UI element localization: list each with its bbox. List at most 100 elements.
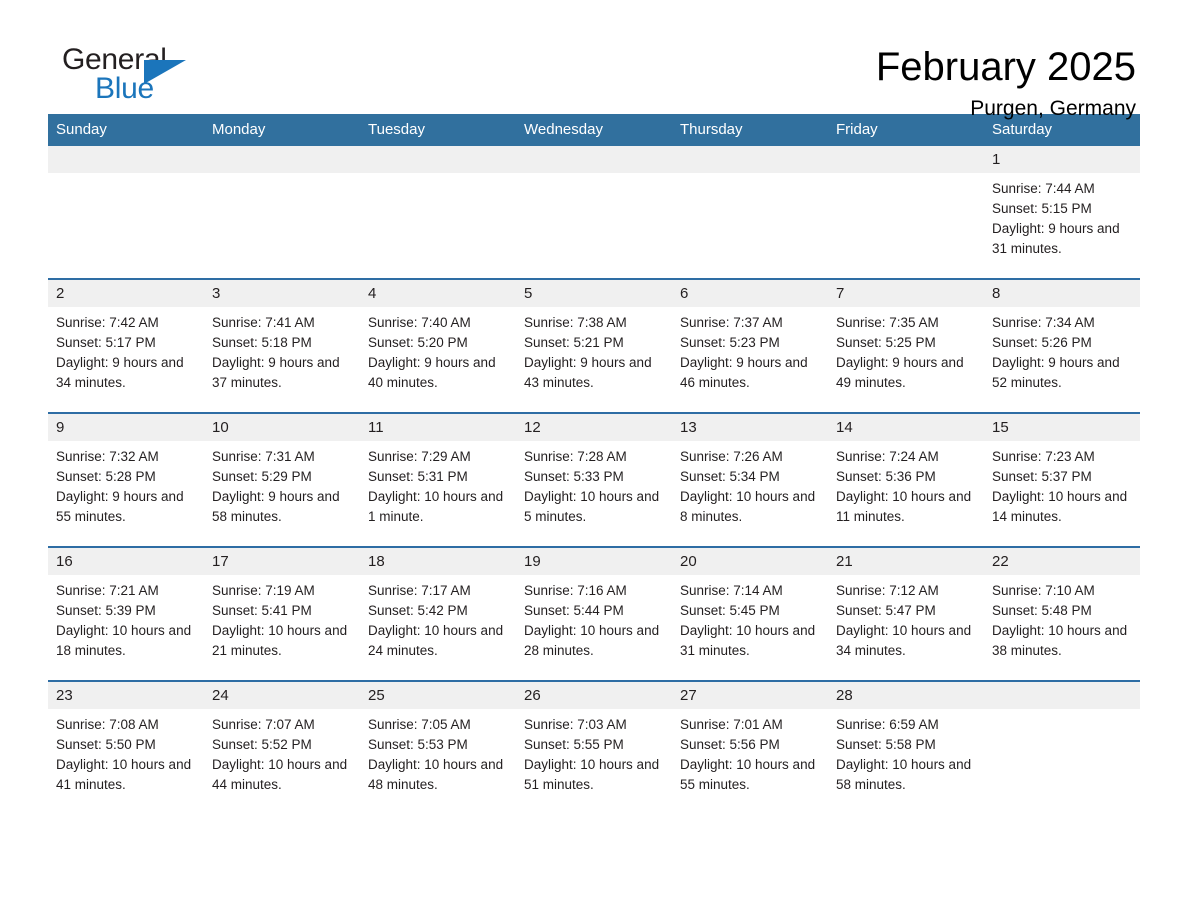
calendar-day-cell[interactable]: 16 Sunrise: 7:21 AM Sunset: 5:39 PM Dayligh… — [48, 546, 204, 681]
sunrise-text: Sunrise: 7:37 AM — [680, 315, 783, 330]
daylight-text: Daylight: 9 hours and 46 minutes. — [680, 355, 808, 390]
day-number: 23 — [48, 682, 204, 709]
day-details: Sunrise: 7:19 AM Sunset: 5:41 PM Daylight:… — [204, 575, 360, 661]
title-block: February 2025 Purgen, Germany — [876, 44, 1140, 122]
day-cell: 27 Sunrise: 7:01 AM Sunset: 5:56 PM Dayligh… — [672, 682, 828, 814]
sunset-text: Sunset: 5:23 PM — [680, 335, 780, 350]
day-number — [360, 146, 516, 173]
day-number: 5 — [516, 280, 672, 307]
calendar-day-cell[interactable]: 1 Sunrise: 7:44 AM Sunset: 5:15 PM Daylight… — [984, 146, 1140, 279]
day-number: 15 — [984, 414, 1140, 441]
calendar-day-cell[interactable] — [360, 146, 516, 279]
sunset-text: Sunset: 5:48 PM — [992, 603, 1092, 618]
sunset-text: Sunset: 5:15 PM — [992, 201, 1092, 216]
calendar-day-cell[interactable]: 24 Sunrise: 7:07 AM Sunset: 5:52 PM Dayligh… — [204, 680, 360, 814]
day-number — [48, 146, 204, 173]
day-cell: 9 Sunrise: 7:32 AM Sunset: 5:28 PM Daylight… — [48, 414, 204, 546]
calendar-day-cell[interactable]: 26 Sunrise: 7:03 AM Sunset: 5:55 PM Dayligh… — [516, 680, 672, 814]
daylight-text: Daylight: 10 hours and 18 minutes. — [56, 623, 192, 658]
calendar-day-cell[interactable]: 11 Sunrise: 7:29 AM Sunset: 5:31 PM Dayligh… — [360, 412, 516, 547]
day-details: Sunrise: 7:16 AM Sunset: 5:44 PM Daylight:… — [516, 575, 672, 661]
calendar-day-cell[interactable] — [672, 146, 828, 279]
day-cell: 10 Sunrise: 7:31 AM Sunset: 5:29 PM Dayligh… — [204, 414, 360, 546]
calendar-day-cell[interactable]: 13 Sunrise: 7:26 AM Sunset: 5:34 PM Dayligh… — [672, 412, 828, 547]
calendar-day-cell[interactable]: 17 Sunrise: 7:19 AM Sunset: 5:41 PM Dayligh… — [204, 546, 360, 681]
daylight-text: Daylight: 10 hours and 51 minutes. — [524, 757, 660, 792]
calendar-day-cell[interactable]: 2 Sunrise: 7:42 AM Sunset: 5:17 PM Daylight… — [48, 278, 204, 413]
day-details: Sunrise: 6:59 AM Sunset: 5:58 PM Daylight:… — [828, 709, 984, 795]
calendar-day-cell[interactable]: 3 Sunrise: 7:41 AM Sunset: 5:18 PM Daylight… — [204, 278, 360, 413]
sunset-text: Sunset: 5:58 PM — [836, 737, 936, 752]
calendar-day-cell[interactable]: 20 Sunrise: 7:14 AM Sunset: 5:45 PM Dayligh… — [672, 546, 828, 681]
day-cell: 11 Sunrise: 7:29 AM Sunset: 5:31 PM Dayligh… — [360, 414, 516, 546]
day-details: Sunrise: 7:21 AM Sunset: 5:39 PM Daylight:… — [48, 575, 204, 661]
calendar-body: 1 Sunrise: 7:44 AM Sunset: 5:15 PM Daylight… — [48, 146, 1140, 814]
daylight-text: Daylight: 10 hours and 24 minutes. — [368, 623, 504, 658]
calendar-day-cell[interactable] — [204, 146, 360, 279]
day-details: Sunrise: 7:37 AM Sunset: 5:23 PM Daylight:… — [672, 307, 828, 393]
calendar-day-cell[interactable]: 9 Sunrise: 7:32 AM Sunset: 5:28 PM Daylight… — [48, 412, 204, 547]
day-number — [828, 146, 984, 173]
logo-triangle-icon — [144, 60, 186, 84]
sunrise-text: Sunrise: 7:08 AM — [56, 717, 159, 732]
sunrise-text: Sunrise: 7:05 AM — [368, 717, 471, 732]
calendar-day-cell[interactable]: 27 Sunrise: 7:01 AM Sunset: 5:56 PM Dayligh… — [672, 680, 828, 814]
daylight-text: Daylight: 10 hours and 5 minutes. — [524, 489, 660, 524]
calendar-day-cell[interactable]: 8 Sunrise: 7:34 AM Sunset: 5:26 PM Daylight… — [984, 278, 1140, 413]
sunrise-text: Sunrise: 7:07 AM — [212, 717, 315, 732]
calendar-day-cell[interactable]: 10 Sunrise: 7:31 AM Sunset: 5:29 PM Dayligh… — [204, 412, 360, 547]
weekday-header-tuesday: Tuesday — [360, 114, 516, 146]
calendar-day-cell[interactable]: 15 Sunrise: 7:23 AM Sunset: 5:37 PM Dayligh… — [984, 412, 1140, 547]
calendar-day-cell[interactable]: 7 Sunrise: 7:35 AM Sunset: 5:25 PM Daylight… — [828, 278, 984, 413]
day-number: 11 — [360, 414, 516, 441]
calendar-day-cell[interactable]: 22 Sunrise: 7:10 AM Sunset: 5:48 PM Dayligh… — [984, 546, 1140, 681]
day-details: Sunrise: 7:01 AM Sunset: 5:56 PM Daylight:… — [672, 709, 828, 795]
calendar-day-cell[interactable]: 19 Sunrise: 7:16 AM Sunset: 5:44 PM Dayligh… — [516, 546, 672, 681]
calendar-week-row: 1 Sunrise: 7:44 AM Sunset: 5:15 PM Daylight… — [48, 146, 1140, 279]
calendar-day-cell[interactable]: 25 Sunrise: 7:05 AM Sunset: 5:53 PM Dayligh… — [360, 680, 516, 814]
calendar-day-cell[interactable]: 28 Sunrise: 6:59 AM Sunset: 5:58 PM Dayligh… — [828, 680, 984, 814]
day-details: Sunrise: 7:14 AM Sunset: 5:45 PM Daylight:… — [672, 575, 828, 661]
day-number: 17 — [204, 548, 360, 575]
sunset-text: Sunset: 5:26 PM — [992, 335, 1092, 350]
daylight-text: Daylight: 10 hours and 48 minutes. — [368, 757, 504, 792]
day-number: 1 — [984, 146, 1140, 173]
sunrise-text: Sunrise: 7:01 AM — [680, 717, 783, 732]
sunset-text: Sunset: 5:53 PM — [368, 737, 468, 752]
sunrise-text: Sunrise: 7:26 AM — [680, 449, 783, 464]
page-title: February 2025 — [875, 45, 1136, 89]
calendar-table: Sunday Monday Tuesday Wednesday Thursday… — [48, 114, 1140, 814]
calendar-day-cell[interactable] — [828, 146, 984, 279]
day-cell: 26 Sunrise: 7:03 AM Sunset: 5:55 PM Dayligh… — [516, 682, 672, 814]
sunrise-text: Sunrise: 7:14 AM — [680, 583, 783, 598]
calendar-day-cell[interactable]: 4 Sunrise: 7:40 AM Sunset: 5:20 PM Daylight… — [360, 278, 516, 413]
day-cell: 20 Sunrise: 7:14 AM Sunset: 5:45 PM Dayligh… — [672, 548, 828, 680]
calendar-day-cell[interactable]: 5 Sunrise: 7:38 AM Sunset: 5:21 PM Daylight… — [516, 278, 672, 413]
sunset-text: Sunset: 5:56 PM — [680, 737, 780, 752]
sunset-text: Sunset: 5:41 PM — [212, 603, 312, 618]
calendar-day-cell[interactable]: 12 Sunrise: 7:28 AM Sunset: 5:33 PM Dayligh… — [516, 412, 672, 547]
day-details: Sunrise: 7:44 AM Sunset: 5:15 PM Daylight:… — [984, 173, 1140, 259]
daylight-text: Daylight: 10 hours and 44 minutes. — [212, 757, 348, 792]
daylight-text: Daylight: 10 hours and 1 minute. — [368, 489, 504, 524]
day-number: 10 — [204, 414, 360, 441]
day-number: 4 — [360, 280, 516, 307]
calendar-day-cell[interactable]: 21 Sunrise: 7:12 AM Sunset: 5:47 PM Dayligh… — [828, 546, 984, 681]
sunset-text: Sunset: 5:45 PM — [680, 603, 780, 618]
calendar-day-cell[interactable]: 14 Sunrise: 7:24 AM Sunset: 5:36 PM Dayligh… — [828, 412, 984, 547]
day-cell: 22 Sunrise: 7:10 AM Sunset: 5:48 PM Dayligh… — [984, 548, 1140, 680]
day-cell: 28 Sunrise: 6:59 AM Sunset: 5:58 PM Dayligh… — [828, 682, 984, 814]
day-details: Sunrise: 7:24 AM Sunset: 5:36 PM Daylight:… — [828, 441, 984, 527]
day-cell: 16 Sunrise: 7:21 AM Sunset: 5:39 PM Dayligh… — [48, 548, 204, 680]
calendar-day-cell[interactable]: 23 Sunrise: 7:08 AM Sunset: 5:50 PM Dayligh… — [48, 680, 204, 814]
calendar-day-cell[interactable] — [516, 146, 672, 279]
day-cell: 21 Sunrise: 7:12 AM Sunset: 5:47 PM Dayligh… — [828, 548, 984, 680]
sunrise-text: Sunrise: 7:38 AM — [524, 315, 627, 330]
calendar-day-cell[interactable] — [984, 680, 1140, 814]
sunset-text: Sunset: 5:47 PM — [836, 603, 936, 618]
sunrise-text: Sunrise: 7:41 AM — [212, 315, 315, 330]
calendar-day-cell[interactable] — [48, 146, 204, 279]
day-details: Sunrise: 7:42 AM Sunset: 5:17 PM Daylight:… — [48, 307, 204, 393]
calendar-day-cell[interactable]: 6 Sunrise: 7:37 AM Sunset: 5:23 PM Daylight… — [672, 278, 828, 413]
calendar-day-cell[interactable]: 18 Sunrise: 7:17 AM Sunset: 5:42 PM Dayligh… — [360, 546, 516, 681]
